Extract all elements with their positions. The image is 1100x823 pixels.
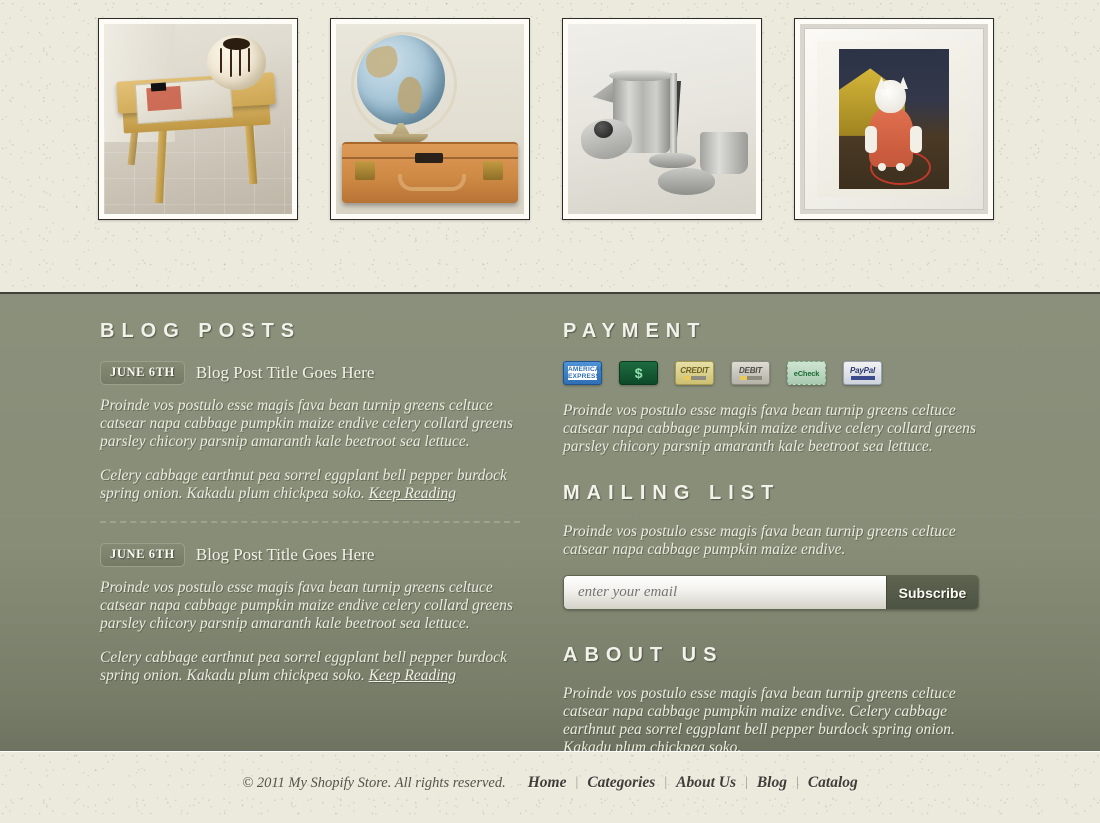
product-grid: [98, 18, 994, 220]
about-us-heading: ABOUT US: [563, 644, 724, 666]
american-express-icon: AMERICAN EXPRESS: [563, 361, 602, 385]
blog-post-2-keep-reading-link[interactable]: Keep Reading: [369, 667, 456, 684]
copyright-text: © 2011 My Shopify Store. All rights rese…: [242, 774, 506, 791]
footer-content-panel: BLOG POSTS JUNE 6TH Blog Post Title Goes…: [0, 292, 1100, 756]
products-strip: [0, 0, 1100, 292]
blog-post-1: JUNE 6TH Blog Post Title Goes Here Proin…: [100, 361, 520, 503]
blog-posts-column: BLOG POSTS JUNE 6TH Blog Post Title Goes…: [100, 320, 520, 701]
paypal-stripe: [850, 376, 875, 380]
email-input[interactable]: [564, 576, 886, 609]
paypal-icon: PayPal: [843, 361, 882, 385]
blog-post-2-paragraph-1: Proinde vos postulo esse magis fava bean…: [100, 579, 513, 632]
blog-post-2-title[interactable]: Blog Post Title Goes Here: [196, 545, 375, 565]
subscribe-button[interactable]: Subscribe: [886, 576, 978, 609]
blog-post-2-date-badge: JUNE 6TH: [100, 543, 185, 567]
about-us-description: Proinde vos postulo esse magis fava bean…: [563, 685, 956, 756]
blog-post-1-keep-reading-link[interactable]: Keep Reading: [369, 485, 456, 502]
blog-post-1-date-badge: JUNE 6TH: [100, 361, 185, 385]
footer-inner: © 2011 My Shopify Store. All rights rese…: [0, 774, 1100, 792]
payment-heading: PAYMENT: [563, 320, 707, 342]
credit-card-icon: CREDIT: [675, 361, 714, 385]
footer-link-categories[interactable]: Categories: [587, 774, 655, 792]
mailing-list-description: Proinde vos postulo esse magis fava bean…: [563, 523, 956, 558]
payment-icons-row: AMERICAN EXPRESS $ CREDIT DEBIT eCheck P…: [563, 361, 983, 385]
product-tile-1[interactable]: [98, 18, 298, 220]
blog-post-1-title[interactable]: Blog Post Title Goes Here: [196, 363, 375, 383]
footer-separator: |: [796, 775, 799, 790]
footer-link-about-us[interactable]: About Us: [676, 774, 736, 792]
blog-post-2: JUNE 6TH Blog Post Title Goes Here Proin…: [100, 543, 520, 685]
mailing-list-heading: MAILING LIST: [563, 482, 781, 504]
product-image-percolator: [568, 24, 756, 214]
footer-link-catalog[interactable]: Catalog: [808, 774, 858, 792]
debit-card-stripe: [739, 376, 762, 380]
amex-line-2: EXPRESS: [568, 373, 601, 380]
amex-line-1: AMERICAN: [568, 366, 602, 373]
footer-separator: |: [575, 775, 579, 790]
credit-label: CREDIT: [680, 366, 709, 375]
blog-post-1-paragraph-1: Proinde vos postulo esse magis fava bean…: [100, 397, 513, 450]
product-tile-2[interactable]: [330, 18, 530, 220]
debit-card-icon: DEBIT: [731, 361, 770, 385]
echeck-label: eCheck: [793, 368, 820, 378]
product-tile-4[interactable]: [794, 18, 994, 220]
blog-post-1-paragraph-2: Celery cabbage earthnut pea sorrel eggpl…: [100, 467, 520, 503]
product-image-globe-suitcase: [336, 24, 524, 214]
paypal-label: PayPal: [849, 366, 876, 375]
footer-separator: |: [664, 775, 668, 790]
blog-post-2-paragraph-2: Celery cabbage earthnut pea sorrel eggpl…: [100, 649, 520, 685]
cash-icon: $: [619, 361, 658, 385]
echeck-icon: eCheck: [787, 361, 826, 385]
blog-posts-heading: BLOG POSTS: [100, 320, 302, 342]
debit-label: DEBIT: [738, 366, 762, 375]
blog-post-2-header: JUNE 6TH Blog Post Title Goes Here: [100, 543, 520, 567]
mailing-list-form: Subscribe: [563, 575, 979, 610]
footer-link-home[interactable]: Home: [528, 774, 567, 792]
product-tile-3[interactable]: [562, 18, 762, 220]
blog-posts-divider: [100, 521, 520, 523]
footer-link-blog[interactable]: Blog: [757, 774, 787, 792]
cash-symbol: $: [634, 365, 643, 381]
blog-post-1-header: JUNE 6TH Blog Post Title Goes Here: [100, 361, 520, 385]
payment-description: Proinde vos postulo esse magis fava bean…: [563, 402, 976, 455]
product-image-cat-print: [800, 24, 988, 214]
sidebar-column: PAYMENT AMERICAN EXPRESS $ CREDIT DEBIT …: [563, 320, 983, 773]
footer-bar: © 2011 My Shopify Store. All rights rese…: [0, 751, 1100, 823]
product-image-side-table: [104, 24, 292, 214]
footer-separator: |: [745, 775, 748, 790]
credit-card-stripe: [683, 376, 706, 380]
